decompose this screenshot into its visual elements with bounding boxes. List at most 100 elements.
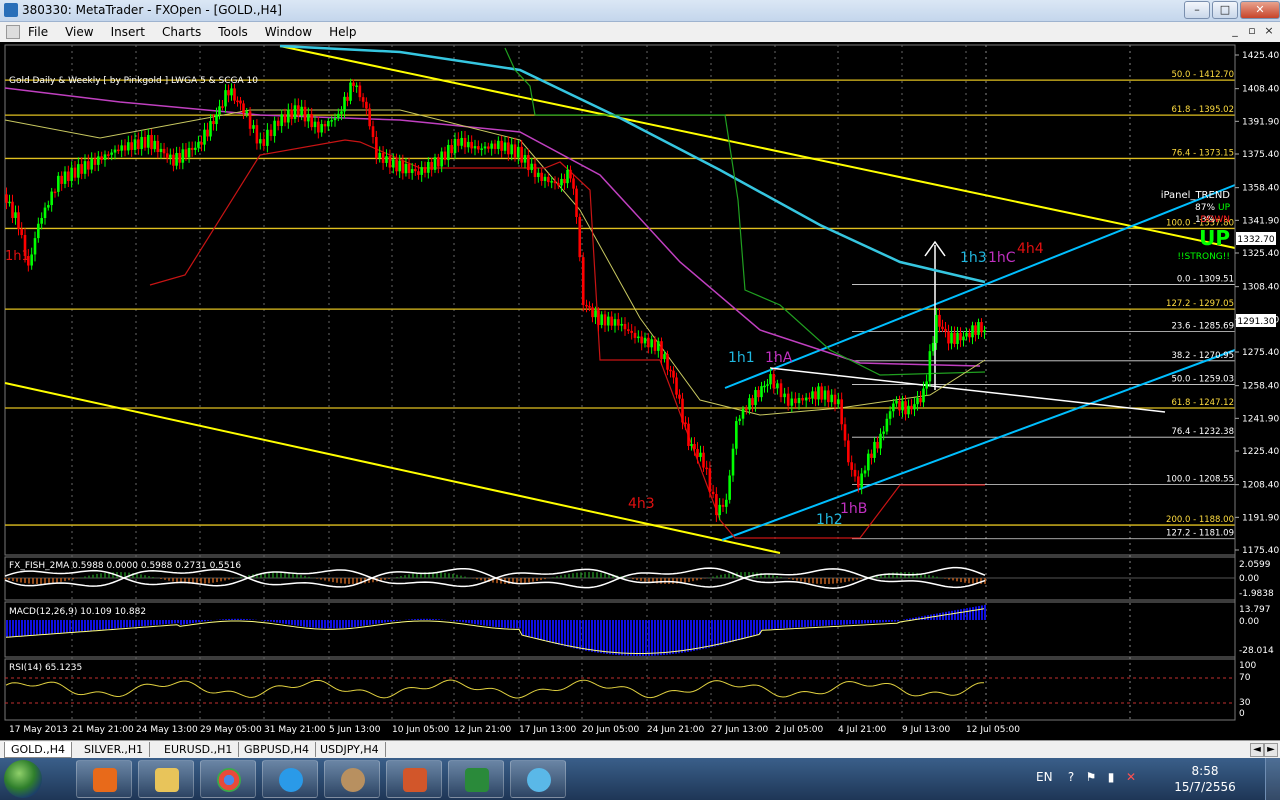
macd-bar — [72, 620, 74, 632]
chart-restore-button[interactable]: ▫ — [1245, 24, 1259, 38]
macd-bar — [732, 620, 734, 642]
metatrader-app-icon[interactable] — [4, 3, 18, 17]
candle-body — [728, 475, 731, 500]
media-player-icon[interactable] — [76, 760, 132, 798]
macd-bar — [717, 620, 719, 646]
action-center-flag-icon[interactable]: ⚑ — [1084, 770, 1098, 784]
macd-bar — [348, 620, 350, 628]
price-tick-label: 1375.40 — [1242, 150, 1279, 160]
macd-bar — [468, 620, 470, 624]
tab-gold-h4[interactable]: GOLD.,H4 — [4, 742, 73, 758]
chart-canvas[interactable]: 1425.40 1408.40 1391.90 1375.40 1358.40 1341.… — [0, 42, 1280, 740]
tab-gbpusd-h4[interactable]: GBPUSD,H4 — [238, 742, 316, 757]
macd-bar — [546, 620, 548, 642]
menu-charts[interactable]: Charts — [162, 25, 201, 39]
macd-bar — [588, 620, 590, 652]
volume-muted-icon[interactable]: ✕ — [1124, 770, 1138, 784]
network-icon[interactable]: ▮ — [1104, 770, 1118, 784]
fish-tick-mid: 0.00 — [1239, 574, 1259, 584]
macd-bar — [144, 620, 146, 626]
candle-body — [190, 147, 194, 150]
macd-bar — [426, 618, 428, 620]
date-tick-label: 5 Jun 13:00 — [329, 725, 381, 735]
candle-body — [633, 332, 637, 338]
macd-bar — [657, 620, 659, 656]
candle-body — [523, 155, 527, 163]
macd-bar — [264, 620, 266, 621]
candle-body — [120, 145, 123, 151]
candle-body — [156, 140, 160, 152]
tab-scroll-right-button[interactable]: ► — [1264, 743, 1278, 757]
internet-explorer-icon[interactable] — [262, 760, 318, 798]
chart-close-button[interactable]: × — [1262, 24, 1276, 38]
ipanel-strength: !!STRONG!! — [1177, 252, 1230, 262]
candle-body — [735, 421, 738, 449]
start-button[interactable] — [4, 760, 42, 798]
candle-body — [938, 314, 941, 327]
candle-body — [947, 331, 950, 344]
tab-usdjpy-h4[interactable]: USDJPY,H4 — [314, 742, 386, 757]
chart-minimize-button[interactable]: _ — [1228, 24, 1242, 38]
clock-time[interactable]: 8:58 — [1170, 764, 1240, 778]
candle-body — [843, 424, 847, 441]
tab-eurusd-h1[interactable]: EURUSD.,H1 — [158, 742, 240, 757]
macd-bar — [609, 620, 611, 655]
candle-body — [123, 145, 127, 151]
macd-bar — [387, 620, 389, 623]
macd-bar — [195, 620, 197, 623]
window-title: 380330: MetaTrader - FXOpen - [GOLD.,H4] — [22, 3, 282, 17]
tab-scroll-left-button[interactable]: ◄ — [1250, 743, 1264, 757]
paint-icon[interactable] — [510, 760, 566, 798]
excel-icon[interactable] — [448, 760, 504, 798]
date-tick-label: 12 Jul 05:00 — [966, 725, 1020, 735]
macd-bar — [288, 620, 290, 625]
candle-body — [365, 101, 368, 109]
candle-body — [303, 106, 307, 122]
menu-file[interactable]: File — [28, 25, 48, 39]
indicator-label: Gold Daily & Weekly [ by Pinkgold ] LWGA… — [9, 76, 258, 86]
show-desktop-button[interactable] — [1265, 758, 1280, 800]
candle-body — [83, 161, 87, 174]
tab-silver-h1[interactable]: SILVER.,H1 — [78, 742, 151, 757]
help-icon[interactable]: ? — [1064, 770, 1078, 784]
candle-body — [327, 120, 330, 127]
candle-body — [398, 160, 401, 172]
powerpoint-icon[interactable] — [386, 760, 442, 798]
price-chart[interactable]: 1425.40 1408.40 1391.90 1375.40 1358.40 1341.… — [0, 42, 1280, 740]
chart-document-icon[interactable] — [6, 25, 20, 39]
folder-icon[interactable] — [138, 760, 194, 798]
candle-body — [797, 398, 801, 404]
candle-body — [463, 137, 467, 148]
price-tick-label: 1358.40 — [1242, 184, 1279, 194]
clock-date[interactable]: 15/7/2556 — [1170, 780, 1240, 794]
candle-body — [790, 398, 794, 406]
menu-tools[interactable]: Tools — [218, 25, 248, 39]
candle-body — [307, 114, 310, 122]
menu-window[interactable]: Window — [265, 25, 312, 39]
menu-help[interactable]: Help — [329, 25, 356, 39]
macd-bar — [573, 620, 575, 649]
macd-bar — [612, 620, 614, 655]
macd-bar — [642, 620, 644, 656]
macd-bar — [279, 620, 281, 624]
macd-bar — [84, 620, 86, 631]
candle-body — [361, 97, 365, 102]
chrome-icon[interactable] — [200, 760, 256, 798]
candle-body — [783, 393, 786, 398]
candle-body — [980, 322, 983, 333]
fib-level-label: 61.8 - 1247.12 — [1171, 398, 1234, 408]
candle-body — [705, 467, 708, 470]
fib-level-label: 200.0 - 1188.00 — [1166, 515, 1234, 525]
candle-body — [181, 149, 185, 163]
language-indicator[interactable]: EN — [1036, 770, 1053, 784]
menu-view[interactable]: View — [65, 25, 93, 39]
candle-body — [581, 257, 585, 305]
maximize-button[interactable]: □ — [1212, 1, 1238, 19]
candle-body — [477, 146, 480, 150]
menu-insert[interactable]: Insert — [111, 25, 145, 39]
macd-bar — [954, 610, 956, 620]
close-button[interactable]: ✕ — [1240, 1, 1280, 19]
macd-bar — [54, 620, 56, 634]
minimize-button[interactable]: – — [1184, 1, 1210, 19]
metatrader-icon[interactable] — [324, 760, 380, 798]
